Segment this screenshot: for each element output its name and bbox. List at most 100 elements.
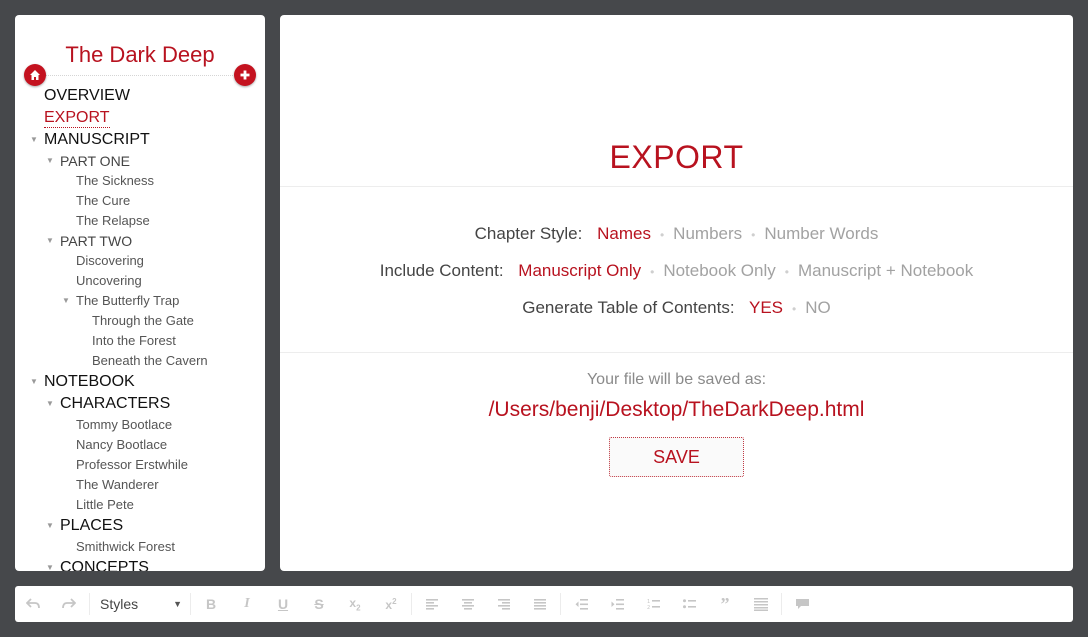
chapter-style-option[interactable]: Numbers <box>673 224 742 243</box>
sidebar-item-export[interactable]: EXPORT <box>15 107 265 129</box>
sidebar-item-the-sickness[interactable]: The Sickness <box>15 171 265 191</box>
align-center-icon <box>462 598 474 610</box>
sidebar-item-the-relapse[interactable]: The Relapse <box>15 211 265 231</box>
toc-row: Generate Table of Contents: YES • NO <box>280 295 1073 321</box>
sidebar-item-smithwick-forest[interactable]: Smithwick Forest <box>15 537 265 557</box>
sidebar-item-the-butterfly-trap[interactable]: ▼ The Butterfly Trap <box>15 291 265 311</box>
bullet-list-button[interactable] <box>671 586 707 622</box>
sidebar-item-uncovering[interactable]: Uncovering <box>15 271 265 291</box>
main-panel: EXPORT Chapter Style: Names • Numbers • Numb… <box>280 15 1073 571</box>
sidebar-item-into-the-forest[interactable]: Into the Forest <box>15 331 265 351</box>
italic-button[interactable]: I <box>229 586 265 622</box>
indent-button[interactable] <box>599 586 635 622</box>
sidebar-item-manuscript[interactable]: ▼ MANUSCRIPT <box>15 129 265 151</box>
include-content-option[interactable]: Manuscript Only <box>518 261 641 280</box>
styles-label: Styles <box>100 596 139 612</box>
styles-dropdown[interactable]: Styles ▼ <box>92 586 188 622</box>
sidebar-item-label: The Relapse <box>76 213 150 228</box>
toolbar-separator <box>190 593 191 615</box>
expand-arrow-icon[interactable]: ▼ <box>30 371 38 393</box>
undo-icon <box>26 598 40 609</box>
sidebar-item-part-one[interactable]: ▼ PART ONE <box>15 151 265 171</box>
horizontal-rule-button[interactable] <box>743 586 779 622</box>
sidebar-item-through-the-gate[interactable]: Through the Gate <box>15 311 265 331</box>
strikethrough-icon: S <box>314 596 324 612</box>
chapter-style-option[interactable]: Names <box>597 224 651 243</box>
expand-arrow-icon[interactable]: ▼ <box>30 129 38 151</box>
chapter-style-row: Chapter Style: Names • Numbers • Number Word… <box>280 221 1073 247</box>
sidebar-tree: OVERVIEW EXPORT ▼ MANUSCRIPT ▼ PART ONE The Si… <box>15 85 265 571</box>
redo-button[interactable] <box>51 586 87 622</box>
home-button[interactable] <box>24 64 46 86</box>
underline-button[interactable]: U <box>265 586 301 622</box>
strikethrough-button[interactable]: S <box>301 586 337 622</box>
sidebar-item-characters[interactable]: ▼ CHARACTERS <box>15 393 265 415</box>
superscript-icon: x2 <box>385 596 397 612</box>
sidebar-item-part-two[interactable]: ▼ PART TWO <box>15 231 265 251</box>
sidebar-item-overview[interactable]: OVERVIEW <box>15 85 265 107</box>
sidebar-item-concepts[interactable]: ▼ CONCEPTS <box>15 557 265 571</box>
toc-option[interactable]: YES <box>749 298 783 317</box>
comment-icon <box>795 598 809 609</box>
sidebar-item-label: Through the Gate <box>92 313 194 328</box>
book-title[interactable]: The Dark Deep <box>15 41 265 69</box>
include-content-options: Manuscript Only • Notebook Only • Manuscript… <box>518 261 973 280</box>
sidebar-item-little-pete[interactable]: Little Pete <box>15 495 265 515</box>
include-content-option[interactable]: Manuscript + Notebook <box>798 261 973 280</box>
sidebar-item-label: CHARACTERS <box>60 395 171 412</box>
expand-arrow-icon[interactable]: ▼ <box>46 151 54 171</box>
blockquote-button[interactable]: ” <box>707 586 743 622</box>
include-content-option[interactable]: Notebook Only <box>663 261 775 280</box>
sidebar-item-label: MANUSCRIPT <box>44 131 150 148</box>
horizontal-rule-icon <box>754 597 768 611</box>
sidebar-item-nancy-bootlace[interactable]: Nancy Bootlace <box>15 435 265 455</box>
comment-button[interactable] <box>784 586 820 622</box>
undo-button[interactable] <box>15 586 51 622</box>
sidebar-item-beneath-the-cavern[interactable]: Beneath the Cavern <box>15 351 265 371</box>
sidebar-item-label: Discovering <box>76 253 144 268</box>
caret-down-icon: ▼ <box>173 599 182 609</box>
sidebar-item-discovering[interactable]: Discovering <box>15 251 265 271</box>
outdent-button[interactable] <box>563 586 599 622</box>
plus-icon <box>240 70 250 80</box>
sidebar-item-professor-erstwhile[interactable]: Professor Erstwhile <box>15 455 265 475</box>
expand-arrow-icon[interactable]: ▼ <box>46 557 54 571</box>
sidebar: The Dark Deep OVERVIEW EXPORT ▼ MANUSCRIPT ▼… <box>15 15 265 571</box>
option-separator: • <box>659 228 665 242</box>
sidebar-item-notebook[interactable]: ▼ NOTEBOOK <box>15 371 265 393</box>
subscript-button[interactable]: x2 <box>337 586 373 622</box>
file-path[interactable]: /Users/benji/Desktop/TheDarkDeep.html <box>280 398 1073 422</box>
align-justify-button[interactable] <box>522 586 558 622</box>
expand-arrow-icon[interactable]: ▼ <box>46 231 54 251</box>
save-button[interactable]: SAVE <box>609 437 744 477</box>
align-center-button[interactable] <box>450 586 486 622</box>
option-separator: • <box>650 265 655 279</box>
expand-arrow-icon[interactable]: ▼ <box>46 515 54 537</box>
option-separator: • <box>784 265 789 279</box>
option-separator: • <box>751 228 756 242</box>
sidebar-item-the-wanderer[interactable]: The Wanderer <box>15 475 265 495</box>
chapter-style-option[interactable]: Number Words <box>764 224 878 243</box>
indent-icon <box>611 598 624 610</box>
expand-arrow-icon[interactable]: ▼ <box>62 291 70 311</box>
home-icon <box>30 70 40 80</box>
sidebar-item-label: Beneath the Cavern <box>92 353 208 368</box>
saved-as-label: Your file will be saved as: <box>586 371 767 388</box>
toc-option[interactable]: NO <box>805 298 831 317</box>
align-right-button[interactable] <box>486 586 522 622</box>
sidebar-item-label: Uncovering <box>76 273 142 288</box>
add-button[interactable] <box>234 64 256 86</box>
numbered-list-button[interactable]: 12 <box>635 586 671 622</box>
sidebar-item-places[interactable]: ▼ PLACES <box>15 515 265 537</box>
sidebar-item-the-cure[interactable]: The Cure <box>15 191 265 211</box>
sidebar-item-label: OVERVIEW <box>44 87 130 104</box>
superscript-button[interactable]: x2 <box>373 586 409 622</box>
align-left-button[interactable] <box>414 586 450 622</box>
title-divider <box>43 75 237 76</box>
sidebar-item-tommy-bootlace[interactable]: Tommy Bootlace <box>15 415 265 435</box>
toolbar-separator <box>89 593 90 615</box>
bold-button[interactable]: B <box>193 586 229 622</box>
align-left-icon <box>426 598 438 610</box>
toolbar-separator <box>560 593 561 615</box>
expand-arrow-icon[interactable]: ▼ <box>46 393 54 415</box>
